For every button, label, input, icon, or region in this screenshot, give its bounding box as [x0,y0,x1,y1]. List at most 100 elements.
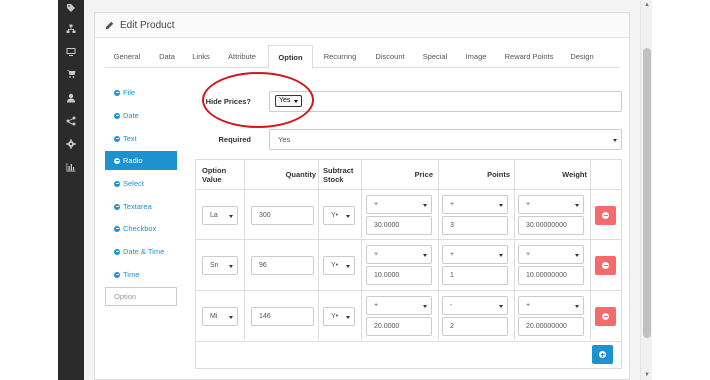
chevron-down-icon [229,315,233,319]
user-icon[interactable] [63,90,79,106]
required-select[interactable]: Yes [269,129,622,150]
share-icon[interactable] [63,113,79,129]
price-input[interactable]: 10.0000 [366,266,432,285]
option-values-table: Option Value Quantity Subtract Stock Pri… [195,159,622,369]
weight-prefix-select[interactable]: + [518,195,584,214]
tab-attribute[interactable]: Attribute [219,45,265,68]
tab-design[interactable]: Design [563,45,601,68]
option-item-select[interactable]: Select [105,174,177,193]
desktop-icon[interactable] [63,44,79,60]
panel-heading: Edit Product [95,13,629,38]
points-input[interactable]: 2 [442,317,508,336]
panel-title: Edit Product [120,19,175,31]
bar-chart-icon[interactable] [63,159,79,175]
tab-reward-points[interactable]: Reward Points [499,45,559,68]
weight-prefix-select[interactable]: + [518,245,584,264]
weight-prefix-select[interactable]: + [518,296,584,315]
cart-icon[interactable] [63,66,79,82]
chevron-down-icon [499,203,503,207]
sitemap-icon[interactable] [63,21,79,37]
tab-special[interactable]: Special [415,45,455,68]
scroll-up-arrow-icon[interactable]: ▲ [641,0,653,10]
chevron-down-icon [229,264,233,268]
option-item-file[interactable]: File [105,83,177,102]
left-margin [0,0,58,380]
th-price: Price [414,170,433,179]
points-input[interactable]: 1 [442,266,508,285]
subtract-stock-select[interactable]: Y• [323,206,355,225]
option-item-checkbox[interactable]: Checkbox [105,219,177,238]
option-item-text[interactable]: Text [105,129,177,148]
th-weight: Weight [562,170,587,179]
points-prefix-select[interactable]: + [442,195,508,214]
minus-circle-icon [602,313,609,320]
minus-circle-icon [114,271,120,278]
points-prefix-select[interactable]: + [442,245,508,264]
highlight-circle [202,72,314,128]
option-item-date[interactable]: Date [105,106,177,125]
option-value-select[interactable]: Sn [202,256,238,275]
minus-circle-icon [114,203,120,210]
option-item-date-time[interactable]: Date & Time [105,242,177,261]
quantity-input[interactable]: 300 [251,206,314,225]
tags-icon[interactable] [63,0,79,16]
chevron-down-icon [346,315,350,319]
price-input[interactable]: 30.0000 [366,216,432,235]
remove-row-button[interactable] [595,307,616,326]
admin-sidebar [58,0,84,380]
tab-links[interactable]: Links [185,45,217,68]
product-tabs: General Data Links Attribute Option Recu… [105,45,620,69]
price-input[interactable]: 20.0000 [366,317,432,336]
option-item-time[interactable]: Time [105,265,177,284]
scroll-down-arrow-icon[interactable]: ▼ [641,370,653,380]
weight-input[interactable]: 30.00000000 [518,216,584,235]
option-item-radio[interactable]: Radio [105,151,177,170]
points-input[interactable]: 3 [442,216,508,235]
remove-row-button[interactable] [595,256,616,275]
chevron-down-icon [423,253,427,257]
th-points: Points [487,170,510,179]
option-autocomplete-input[interactable]: Option [105,287,177,306]
chevron-down-icon [613,138,617,142]
cog-icon[interactable] [63,136,79,152]
add-option-value-button[interactable] [592,345,613,364]
chevron-down-icon [575,253,579,257]
chevron-down-icon [346,214,350,218]
tab-general[interactable]: General [105,45,149,68]
price-prefix-select[interactable]: + [366,195,432,214]
points-prefix-select[interactable]: - [442,296,508,315]
chevron-down-icon [229,214,233,218]
weight-input[interactable]: 20.00000000 [518,317,584,336]
remove-row-button[interactable] [595,206,616,225]
tab-option[interactable]: Option [268,45,313,69]
quantity-input[interactable]: 96 [251,256,314,275]
weight-input[interactable]: 10.00000000 [518,266,584,285]
plus-circle-icon [599,351,606,358]
option-value-select[interactable]: Mi [202,307,238,326]
option-value-select[interactable]: La [202,206,238,225]
minus-circle-icon [114,180,120,187]
tab-recurring[interactable]: Recurring [315,45,365,68]
option-item-textarea[interactable]: Textarea [105,197,177,216]
chevron-down-icon [346,264,350,268]
tab-data[interactable]: Data [151,45,183,68]
scroll-thumb[interactable] [643,48,651,338]
th-option-value: Option Value [202,165,227,184]
pencil-icon [105,21,114,29]
chevron-down-icon [499,253,503,257]
tab-image[interactable]: Image [457,45,495,68]
page-scrollbar[interactable]: ▲ ▼ [640,0,652,380]
subtract-stock-select[interactable]: Y• [323,307,355,326]
quantity-input[interactable]: 146 [251,307,314,326]
chevron-down-icon [575,304,579,308]
edit-product-panel: Edit Product General Data Links Attribut… [94,12,630,380]
subtract-stock-select[interactable]: Y• [323,256,355,275]
required-label: Required [218,135,251,144]
minus-circle-icon [602,262,609,269]
tab-discount[interactable]: Discount [367,45,413,68]
price-prefix-select[interactable]: + [366,296,432,315]
hide-prices-field [269,91,622,112]
price-prefix-select[interactable]: + [366,245,432,264]
minus-circle-icon [114,89,120,96]
minus-circle-icon [114,157,120,164]
